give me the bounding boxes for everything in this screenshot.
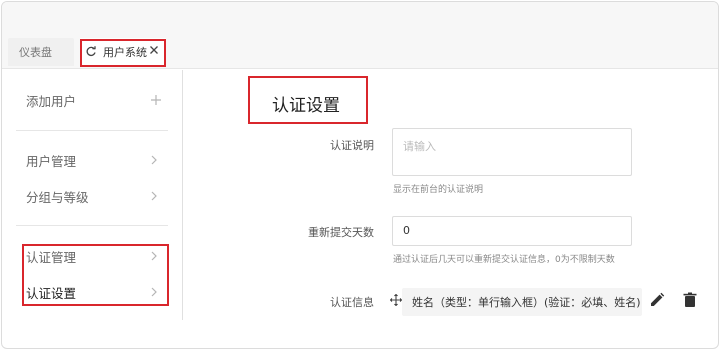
sidebar-item-group-level[interactable]: 分组与等级	[26, 186, 162, 206]
description-textarea[interactable]: 请输入	[392, 128, 632, 176]
description-help: 显示在前台的认证说明	[393, 185, 484, 195]
auth-info-label: 认证信息	[330, 296, 374, 309]
page-title: 认证设置	[272, 96, 340, 116]
move-icon[interactable]	[390, 294, 402, 306]
resubmit-days-input[interactable]: 0	[392, 216, 632, 246]
resubmit-days-value: 0	[403, 224, 410, 237]
tab-user-system[interactable]: 用户系统	[80, 38, 166, 66]
edit-icon[interactable]	[649, 292, 665, 308]
chevron-right-icon	[151, 155, 157, 165]
tab-bar: 仪表盘 用户系统	[2, 2, 718, 69]
description-placeholder: 请输入	[403, 140, 436, 153]
auth-info-item[interactable]: 姓名（类型：单行输入框）(验证：必填、姓名)	[402, 288, 642, 316]
sidebar-item-auth-settings[interactable]: 认证设置	[26, 282, 162, 302]
chevron-right-icon	[151, 251, 157, 261]
app-window: 仪表盘 用户系统 添加用户 用户管理 分组与等级 认证管理 认证设置 认证设置 …	[1, 1, 719, 349]
sidebar-item-label: 认证管理	[26, 249, 77, 265]
refresh-icon[interactable]	[85, 46, 97, 58]
sidebar-item-label: 添加用户	[26, 93, 77, 109]
tab-user-system-label: 用户系统	[103, 46, 147, 59]
sidebar-divider-2	[16, 225, 168, 226]
sidebar-item-label: 用户管理	[26, 153, 77, 169]
chevron-right-icon	[151, 287, 157, 297]
close-icon[interactable]	[149, 45, 159, 55]
resubmit-days-label: 重新提交天数	[308, 226, 374, 239]
chevron-right-icon	[151, 191, 157, 201]
resubmit-days-help: 通过认证后几天可以重新提交认证信息，0为不限制天数	[393, 255, 615, 265]
sidebar-item-label: 分组与等级	[26, 189, 89, 205]
plus-icon	[151, 95, 161, 105]
auth-info-item-text: 姓名（类型：单行输入框）(验证：必填、姓名)	[412, 296, 641, 309]
sidebar	[2, 68, 182, 348]
tab-dashboard-label: 仪表盘	[19, 46, 52, 59]
description-label: 认证说明	[330, 139, 374, 152]
trash-icon[interactable]	[682, 292, 698, 308]
tab-dashboard[interactable]: 仪表盘	[8, 38, 74, 66]
sidebar-item-user-management[interactable]: 用户管理	[26, 150, 162, 170]
sidebar-item-auth-management[interactable]: 认证管理	[26, 246, 162, 266]
sidebar-item-add-user[interactable]: 添加用户	[26, 90, 162, 110]
sidebar-divider-1	[16, 130, 168, 131]
sidebar-divider	[182, 70, 183, 320]
sidebar-item-label: 认证设置	[26, 285, 77, 301]
